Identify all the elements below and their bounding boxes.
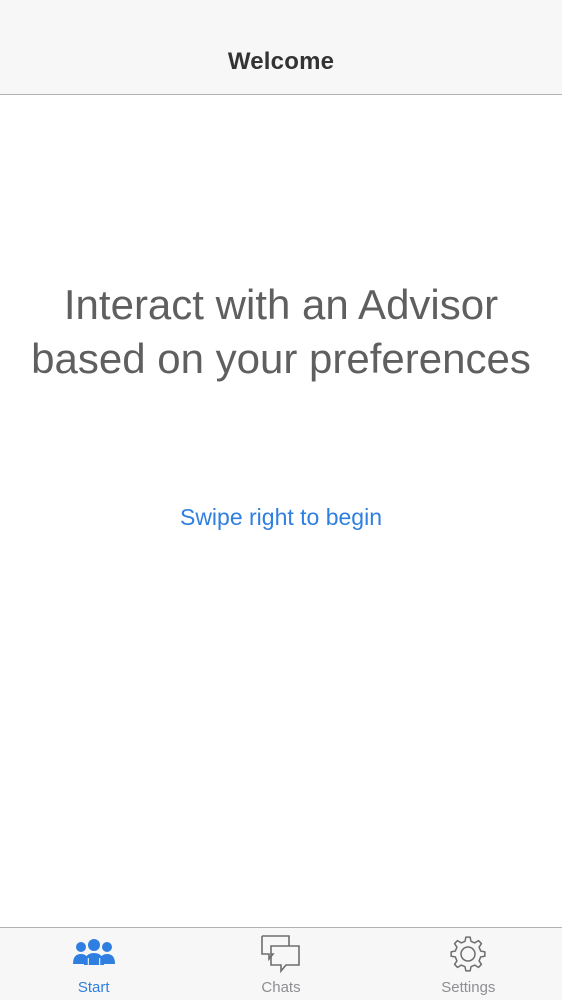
- gear-icon: [446, 934, 490, 974]
- navigation-bar: Welcome: [0, 0, 562, 95]
- headline-text: Interact with an Advisor based on your p…: [31, 281, 531, 382]
- page-title: Welcome: [227, 48, 335, 75]
- tab-chats-label: Chats: [261, 979, 301, 996]
- main-content: Interact with an Advisor based on your p…: [0, 95, 562, 927]
- tab-settings-label: Settings: [441, 979, 496, 996]
- tab-bar: Start Chats Settings: [0, 927, 562, 1000]
- tab-start-label: Start: [77, 979, 110, 996]
- tab-chats[interactable]: Chats: [187, 928, 374, 1000]
- people-icon: [72, 934, 116, 974]
- swipe-to-begin-link[interactable]: Swipe right to begin: [0, 504, 562, 531]
- chat-bubbles-icon: [259, 934, 303, 974]
- screen: Welcome Interact with an Advisor based o…: [0, 0, 562, 1000]
- tab-settings[interactable]: Settings: [375, 928, 562, 1000]
- tab-start[interactable]: Start: [0, 928, 187, 1000]
